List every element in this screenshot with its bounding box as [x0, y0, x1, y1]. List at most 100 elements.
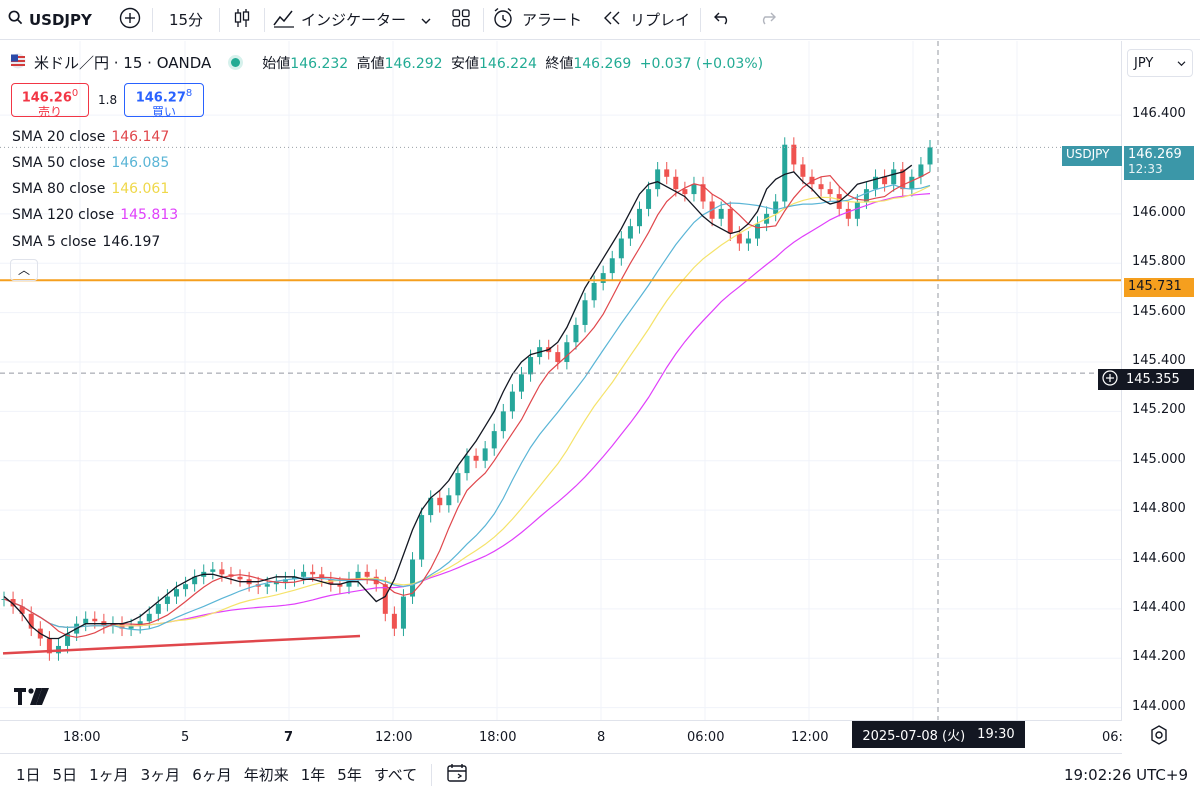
indicator-sma80[interactable]: SMA 80 close 146.061	[12, 181, 169, 197]
last-price: 146.269	[1128, 147, 1182, 162]
candle-body	[155, 603, 161, 614]
redo-button[interactable]	[745, 0, 789, 40]
sell-price-super: 0	[71, 88, 79, 99]
candle-body	[845, 208, 851, 219]
candle-body	[618, 238, 624, 259]
price-tick: 144.800	[1132, 501, 1186, 517]
candle-body	[173, 589, 179, 597]
indicators-label: インジケーター	[301, 11, 407, 29]
symbol-search[interactable]: USDJPY	[0, 0, 108, 40]
candle-body	[210, 569, 216, 572]
indicator-name: SMA 5 close	[12, 234, 97, 250]
top-toolbar: USDJPY 15分 インジケーター アラート リプレイ	[0, 0, 1200, 40]
date-range-icon[interactable]	[446, 763, 468, 787]
buy-price-super: 8	[185, 88, 193, 99]
candle-body	[518, 374, 524, 392]
undo-button[interactable]	[701, 0, 745, 40]
candle-body	[909, 176, 915, 190]
price-tick: 146.400	[1132, 106, 1186, 122]
candle-body	[437, 497, 443, 506]
replay-button[interactable]: リプレイ	[594, 0, 700, 40]
candle-body	[400, 596, 406, 629]
range-button-2[interactable]: 1ヶ月	[83, 764, 135, 785]
candle-body	[310, 571, 316, 575]
range-button-8[interactable]: すべて	[368, 764, 423, 785]
bar-countdown: 12:33	[1128, 162, 1163, 176]
chart-type-button[interactable]	[220, 0, 264, 40]
candle-body	[83, 618, 89, 624]
chevron-up-icon: ︿	[17, 263, 30, 277]
indicator-sma20[interactable]: SMA 20 close 146.147	[12, 129, 169, 145]
plus-circle-icon	[119, 7, 141, 33]
range-button-5[interactable]: 年初来	[238, 764, 295, 785]
candle-body	[364, 571, 370, 577]
candle-body	[528, 357, 534, 375]
candle-body	[146, 613, 152, 622]
candle-body	[854, 201, 860, 219]
candle-body	[755, 223, 761, 239]
tradingview-logo	[14, 688, 50, 710]
low-value: 146.224	[479, 55, 537, 72]
price-tick: 145.200	[1132, 402, 1186, 418]
range-button-0[interactable]: 1日	[10, 764, 47, 785]
clock[interactable]: 19:02:26 UTC+9	[1064, 766, 1188, 784]
candle-body	[92, 618, 98, 622]
range-button-6[interactable]: 1年	[295, 764, 332, 785]
candle-body	[419, 515, 425, 560]
indicator-sma5[interactable]: SMA 5 close 146.197	[12, 234, 160, 250]
candle-body	[591, 282, 597, 301]
plus-circle-icon[interactable]	[1102, 369, 1118, 390]
settings-button[interactable]	[1148, 724, 1172, 748]
time-tick: 12:00	[791, 730, 829, 745]
indicator-name: SMA 50 close	[12, 155, 106, 171]
candle-body	[500, 411, 506, 432]
indicator-value: 145.813	[120, 207, 179, 223]
candle-body	[682, 189, 688, 195]
layouts-button[interactable]	[439, 0, 483, 40]
indicator-sma120[interactable]: SMA 120 close 145.813	[12, 207, 178, 223]
low-label: 安値	[451, 55, 479, 72]
currency-label: JPY	[1134, 55, 1154, 71]
candle-body	[927, 147, 933, 165]
interval-button[interactable]: 15分	[153, 0, 219, 40]
high-value: 146.292	[384, 55, 443, 72]
range-button-7[interactable]: 5年	[331, 764, 368, 785]
time-tick: 06:00	[687, 730, 725, 745]
chart-legend: 米ドル／円 · 15 · OANDA 始値146.232 高値146.292 安…	[10, 52, 763, 73]
candle-body	[600, 273, 606, 283]
sma120-line	[3, 193, 931, 629]
indicator-name: SMA 120 close	[12, 207, 115, 223]
candle-body	[382, 584, 388, 614]
bottom-toolbar: 1日 5日 1ヶ月 3ヶ月 6ヶ月 年初来 1年 5年 すべて 19:02:26 UTC+9	[0, 753, 1200, 796]
compare-button[interactable]	[108, 0, 152, 40]
alert-button[interactable]: アラート	[484, 0, 594, 40]
range-button-1[interactable]: 5日	[47, 764, 84, 785]
candle-body	[573, 324, 579, 343]
buy-button[interactable]: 146.278 買い	[124, 83, 204, 119]
close-value: 146.269	[573, 55, 632, 72]
chevron-down-icon	[1177, 56, 1186, 71]
indicator-sma50[interactable]: SMA 50 close 146.085	[12, 155, 169, 171]
time-axis[interactable]: 18:00 5 7 12:00 18:00 8 06:00 12:00 06: …	[0, 721, 1123, 754]
gear-icon	[1148, 725, 1170, 750]
candle-body	[818, 184, 824, 190]
price-tick: 145.600	[1132, 303, 1186, 319]
candle-body	[237, 576, 243, 580]
collapse-legend-button[interactable]: ︿	[10, 259, 38, 281]
indicator-value: 146.061	[111, 181, 170, 197]
sell-button[interactable]: 146.260 売り	[11, 83, 89, 119]
candle-body	[455, 473, 461, 496]
candle-body	[782, 144, 788, 202]
price-tick: 144.600	[1132, 550, 1186, 566]
indicators-button[interactable]: インジケーター	[265, 0, 439, 40]
candle-body	[627, 226, 633, 239]
currency-selector[interactable]: JPY	[1127, 49, 1193, 77]
buy-price: 146.27	[135, 90, 186, 106]
redo-icon	[758, 11, 776, 29]
candle-body	[773, 201, 779, 214]
indicators-icon	[273, 8, 295, 32]
symbol-name: USDJPY	[29, 10, 92, 29]
range-button-3[interactable]: 3ヶ月	[135, 764, 187, 785]
open-label: 始値	[262, 55, 291, 72]
range-button-4[interactable]: 6ヶ月	[186, 764, 238, 785]
